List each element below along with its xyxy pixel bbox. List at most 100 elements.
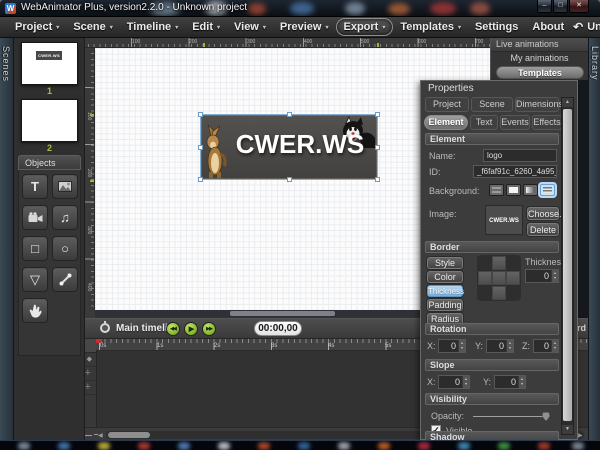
menu-timeline[interactable]: Timeline▾ <box>120 19 185 35</box>
scenes-tab[interactable]: Scenes <box>1 46 11 82</box>
scrollbar-thumb[interactable] <box>563 109 572 421</box>
tab-dimensions[interactable]: Dimensions <box>515 97 559 112</box>
selection-handle[interactable] <box>287 177 292 182</box>
selection-handle[interactable] <box>375 145 380 150</box>
background-none-button[interactable] <box>489 184 504 196</box>
diamond-icon[interactable]: ◆ <box>87 355 92 365</box>
taskbar-item[interactable] <box>572 442 584 450</box>
menu-settings[interactable]: Settings <box>468 19 525 35</box>
audio-tool[interactable]: ♫ <box>52 205 78 230</box>
play-button[interactable]: ▶ <box>184 322 198 336</box>
scene-2-thumbnail[interactable] <box>21 99 78 142</box>
menu-edit[interactable]: Edit▾ <box>185 19 227 35</box>
menu-about[interactable]: About <box>525 19 571 35</box>
menu-templates[interactable]: Templates▾ <box>393 19 468 35</box>
taskbar-item[interactable] <box>338 442 350 450</box>
selection-handle[interactable] <box>198 145 203 150</box>
taskbar-item[interactable] <box>498 442 510 450</box>
border-right-cell[interactable] <box>506 271 520 285</box>
name-input[interactable]: logo <box>483 149 557 162</box>
taskbar-item[interactable] <box>138 442 150 450</box>
selection-handle[interactable] <box>198 112 203 117</box>
selected-logo-object[interactable]: CWER.WS <box>200 114 378 180</box>
scene-1-thumbnail[interactable]: CWER.WS <box>21 42 78 85</box>
properties-scrollbar[interactable]: ▲ ▼ <box>561 97 574 435</box>
border-padding-button[interactable]: Padding <box>427 299 463 311</box>
scrollbar-thumb[interactable] <box>230 311 335 316</box>
taskbar-item[interactable] <box>58 442 70 450</box>
taskbar-item[interactable] <box>98 442 110 450</box>
delete-image-button[interactable]: Delete <box>527 223 559 236</box>
maximize-button[interactable]: □ <box>553 0 568 13</box>
record-label-fragment[interactable]: rd <box>577 323 586 333</box>
scroll-up-icon[interactable]: ▲ <box>562 98 573 107</box>
line-tool[interactable] <box>52 267 78 292</box>
scroll-down-icon[interactable]: ▼ <box>562 425 573 434</box>
border-sides-selector[interactable] <box>477 255 521 301</box>
add-keyframe-icon[interactable]: + <box>85 367 91 380</box>
border-bottom-cell[interactable] <box>492 286 506 300</box>
taskbar-item[interactable] <box>218 442 230 450</box>
menu-view[interactable]: View▾ <box>227 19 273 35</box>
library-tab[interactable]: Library <box>590 46 600 81</box>
selection-handle[interactable] <box>375 112 380 117</box>
rectangle-tool[interactable]: □ <box>22 236 48 261</box>
taskbar-item[interactable] <box>298 442 310 450</box>
background-gradient-button[interactable] <box>523 184 538 196</box>
taskbar-item[interactable] <box>178 442 190 450</box>
rotation-y-spinner[interactable]: 0 ▲▼ <box>486 339 514 353</box>
border-center-cell[interactable] <box>492 271 506 285</box>
hand-tool[interactable] <box>22 298 48 323</box>
menu-scene[interactable]: Scene▾ <box>66 19 119 35</box>
title-bar[interactable]: W WebAnimator Plus, version2.2.0 - Unkno… <box>0 0 600 17</box>
rotation-x-spinner[interactable]: 0 ▲▼ <box>438 339 466 353</box>
tab-text[interactable]: Text <box>470 115 498 130</box>
minimize-button[interactable]: – <box>537 0 552 13</box>
ellipse-tool[interactable]: ○ <box>52 236 78 261</box>
skip-back-button[interactable]: ◀◀ <box>166 322 180 336</box>
selection-handle[interactable] <box>287 112 292 117</box>
tab-scene[interactable]: Scene <box>471 97 513 112</box>
taskbar-item[interactable] <box>378 442 390 450</box>
selection-handle[interactable] <box>375 177 380 182</box>
border-top-cell[interactable] <box>492 256 506 270</box>
tab-events[interactable]: Events <box>500 115 530 130</box>
taskbar-item[interactable] <box>538 442 550 450</box>
id-input[interactable]: _f6faf91c_6260_4a95_b0f1 <box>473 165 557 178</box>
triangle-tool[interactable]: ▽ <box>22 267 48 292</box>
opacity-slider[interactable] <box>473 416 549 417</box>
taskbar-item[interactable] <box>258 442 270 450</box>
slope-y-spinner[interactable]: 0 ▲▼ <box>494 375 526 389</box>
video-tool[interactable] <box>22 205 48 230</box>
thickness-spinner[interactable]: 0 ▲▼ <box>525 269 559 283</box>
menu-preview[interactable]: Preview▾ <box>273 19 336 35</box>
scroll-right-icon[interactable]: ▶ <box>578 432 583 439</box>
image-tool[interactable] <box>52 174 78 199</box>
templates-item[interactable]: Templates <box>496 66 584 79</box>
scroll-left-icon[interactable]: ◀ <box>98 432 103 439</box>
undo-button[interactable]: ↶Undo <box>571 19 600 35</box>
border-thickness-button[interactable]: Thickness <box>427 285 463 297</box>
selection-handle[interactable] <box>198 177 203 182</box>
add-keyframe-icon[interactable]: + <box>85 381 91 394</box>
choose-image-button[interactable]: Choose... <box>527 207 559 220</box>
taskbar-item[interactable] <box>458 442 470 450</box>
taskbar-item[interactable] <box>18 442 30 450</box>
taskbar-item[interactable] <box>418 442 430 450</box>
slope-x-spinner[interactable]: 0 ▲▼ <box>438 375 470 389</box>
background-image-button[interactable] <box>540 184 555 196</box>
tab-element[interactable]: Element <box>424 115 468 130</box>
text-tool[interactable]: T <box>22 174 48 199</box>
opacity-slider-thumb[interactable] <box>542 412 550 421</box>
my-animations-item[interactable]: My animations <box>491 52 588 65</box>
rotation-z-spinner[interactable]: 0 ▲▼ <box>533 339 559 353</box>
skip-forward-button[interactable]: ▶▶ <box>202 322 216 336</box>
scrollbar-thumb[interactable] <box>108 432 150 438</box>
border-color-button[interactable]: Color <box>427 271 463 283</box>
tab-effects[interactable]: Effects <box>532 115 562 130</box>
border-left-cell[interactable] <box>478 271 492 285</box>
menu-export[interactable]: Export▾ <box>336 18 394 36</box>
border-style-button[interactable]: Style <box>427 257 463 269</box>
close-button[interactable]: ✕ <box>569 0 589 13</box>
tab-project[interactable]: Project <box>425 97 469 112</box>
